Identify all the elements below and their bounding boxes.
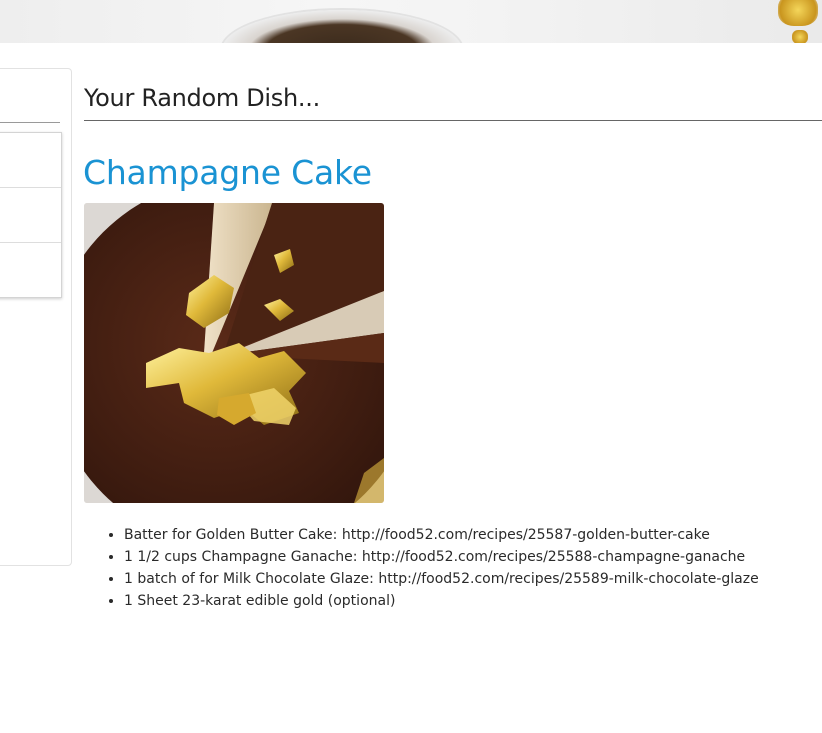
page-title: Your Random Dish... bbox=[84, 84, 320, 112]
dish-name-link[interactable]: Champagne Cake bbox=[83, 153, 372, 192]
ingredient-item: 1 Sheet 23-karat edible gold (optional) bbox=[124, 590, 759, 612]
ingredient-list: Batter for Golden Butter Cake: http://fo… bbox=[84, 524, 759, 612]
sidebar-divider bbox=[0, 122, 60, 123]
sidebar-card bbox=[0, 68, 72, 566]
ingredient-item: 1 1/2 cups Champagne Ganache: http://foo… bbox=[124, 546, 759, 568]
dish-image-graphic bbox=[84, 203, 384, 503]
ingredient-item: 1 batch of for Milk Chocolate Glaze: htt… bbox=[124, 568, 759, 590]
sidebar-item[interactable] bbox=[0, 188, 61, 243]
sidebar-item[interactable] bbox=[0, 243, 61, 297]
hero-gold-leaf bbox=[792, 30, 808, 43]
hero-banner-image bbox=[0, 0, 822, 43]
hero-gold-leaf bbox=[778, 0, 818, 26]
sidebar-item[interactable] bbox=[0, 133, 61, 188]
sidebar-list bbox=[0, 132, 62, 298]
dish-image bbox=[84, 203, 384, 503]
title-divider bbox=[84, 120, 822, 121]
ingredient-item: Batter for Golden Butter Cake: http://fo… bbox=[124, 524, 759, 546]
hero-plate-image bbox=[222, 10, 462, 43]
